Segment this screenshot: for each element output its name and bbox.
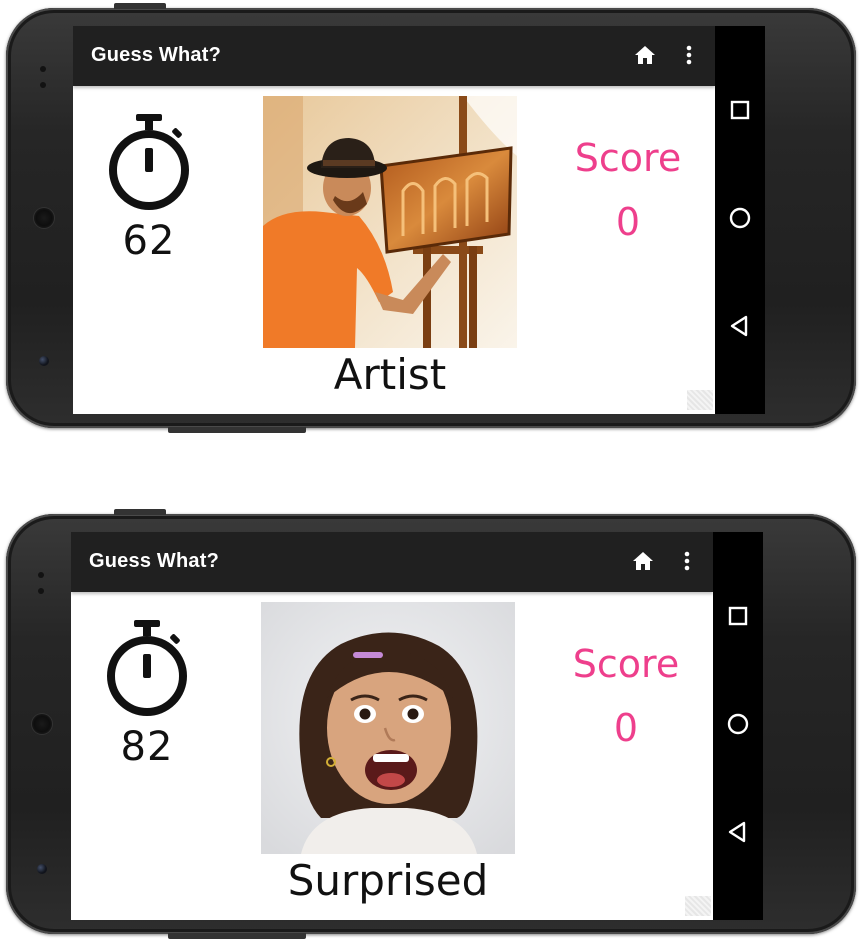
timer: 82: [97, 618, 197, 770]
speaker-grille: [34, 208, 54, 228]
front-camera: [37, 864, 47, 874]
app-screen: Guess What? 62 Artist Score 0: [73, 26, 715, 414]
sensor-dot: [38, 588, 44, 594]
timer-value: 82: [120, 724, 174, 770]
system-nav-bar: [715, 26, 765, 414]
prompt-photo: [261, 602, 515, 854]
power-button: [114, 509, 166, 515]
front-camera: [39, 356, 49, 366]
circle-icon[interactable]: [724, 710, 752, 738]
sensor-dot: [40, 66, 46, 72]
triangle-back-icon[interactable]: [726, 312, 754, 340]
app-screen: Guess What? 82 Surprised Score 0: [71, 532, 713, 920]
score-label: Score: [574, 136, 682, 180]
app-title: Guess What?: [89, 550, 219, 572]
surprised-child-image: [261, 602, 515, 854]
volume-button: [168, 427, 306, 433]
timer-value: 62: [122, 218, 176, 264]
stage: Guess What? 62 Artist Score 0 Guess What…: [0, 0, 864, 947]
phone-device-1: Guess What? 62 Artist Score 0: [6, 3, 856, 433]
home-icon[interactable]: [631, 549, 655, 573]
triangle-back-icon[interactable]: [724, 818, 752, 846]
artist-painting-image: [263, 96, 517, 348]
stopwatch-icon: [107, 620, 187, 716]
resize-handle: [685, 896, 711, 916]
prompt-photo: [263, 96, 517, 348]
more-vert-icon[interactable]: [679, 43, 699, 67]
score-value: 0: [613, 706, 639, 750]
timer: 62: [99, 112, 199, 264]
score-value: 0: [615, 200, 641, 244]
circle-icon[interactable]: [726, 204, 754, 232]
guess-word: Surprised: [287, 856, 489, 905]
sensor-dot: [40, 82, 46, 88]
more-vert-icon[interactable]: [677, 549, 697, 573]
stopwatch-icon: [109, 114, 189, 210]
volume-button: [168, 933, 306, 939]
square-icon[interactable]: [726, 96, 754, 124]
score-label: Score: [572, 642, 680, 686]
guess-word: Artist: [333, 350, 447, 399]
app-title: Guess What?: [91, 44, 221, 66]
speaker-grille: [32, 714, 52, 734]
home-icon[interactable]: [633, 43, 657, 67]
square-icon[interactable]: [724, 602, 752, 630]
app-bar: Guess What?: [71, 532, 713, 592]
system-nav-bar: [713, 532, 763, 920]
app-bar: Guess What?: [73, 26, 715, 86]
resize-handle: [687, 390, 713, 410]
power-button: [114, 3, 166, 9]
phone-device-2: Guess What? 82 Surprised Score 0: [6, 509, 856, 939]
sensor-dot: [38, 572, 44, 578]
